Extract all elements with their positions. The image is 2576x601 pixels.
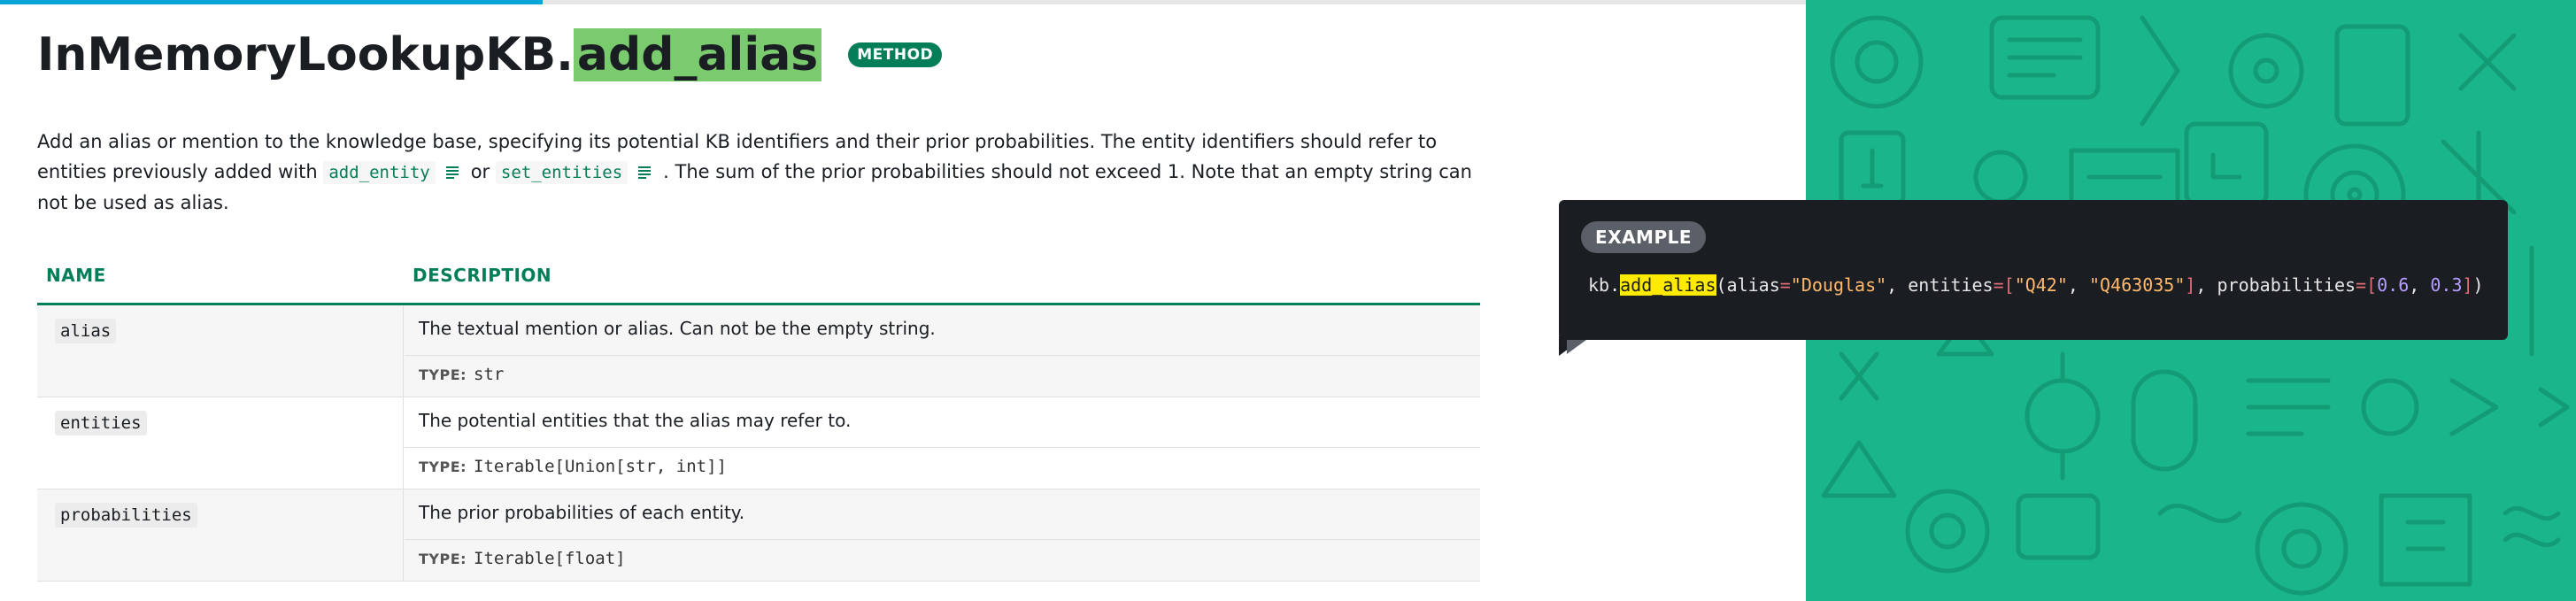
code-bracket: [	[2003, 274, 2015, 296]
type-label: TYPE:	[419, 366, 467, 383]
type-label: TYPE:	[419, 551, 467, 567]
code-equals: =	[1779, 274, 1791, 296]
example-card: EXAMPLE kb.add_alias(alias="Douglas", en…	[1559, 200, 2508, 340]
code-bracket: ]	[2185, 274, 2196, 296]
description-text-2: or	[470, 161, 490, 182]
code-method: add_alias	[1620, 274, 1716, 296]
table-row: alias The textual mention or alias. Can …	[37, 305, 1480, 397]
argument-type: str	[474, 365, 505, 384]
code-text: ,	[2067, 274, 2089, 296]
description-cell: The textual mention or alias. Can not be…	[405, 305, 1480, 397]
name-cell: probabilities	[37, 489, 404, 581]
argument-description: The potential entities that the alias ma…	[419, 410, 852, 431]
code-text: ,	[2409, 274, 2431, 296]
code-open: (alias	[1716, 274, 1780, 296]
code-bracket: ]	[2462, 274, 2473, 296]
table-row: probabilities The prior probabilities of…	[37, 489, 1480, 582]
code-text: , entities	[1886, 274, 1994, 296]
type-line: TYPE: Iterable[float]	[405, 539, 1480, 581]
method-tag: METHOD	[848, 42, 943, 67]
title-method-name: add_alias	[573, 28, 822, 81]
set-entities-link[interactable]: set_entities	[495, 161, 629, 184]
code-number: 0.6	[2377, 274, 2410, 296]
example-card-tail-fold	[1567, 340, 1586, 354]
method-description: Add an alias or mention to the knowledge…	[37, 127, 1480, 218]
description-cell: The potential entities that the alias ma…	[405, 397, 1480, 489]
argument-name: entities	[55, 411, 147, 435]
reading-progress-bar	[0, 0, 1809, 4]
description-cell: The prior probabilities of each entity. …	[405, 489, 1480, 581]
code-string: "Douglas"	[1790, 274, 1887, 296]
reading-progress-fill	[0, 0, 543, 4]
page-title: InMemoryLookupKB. add_alias METHOD	[37, 27, 943, 83]
argument-description: The textual mention or alias. Can not be…	[419, 318, 936, 339]
type-line: TYPE: str	[405, 355, 1480, 397]
example-code[interactable]: kb.add_alias(alias="Douglas", entities=[…	[1588, 274, 2484, 296]
argument-type: Iterable[Union[str, int]]	[474, 457, 727, 476]
example-label: EXAMPLE	[1581, 221, 1707, 253]
code-number: 0.3	[2430, 274, 2463, 296]
code-close: )	[2472, 274, 2484, 296]
code-text: , probabilities	[2195, 274, 2356, 296]
doc-lines-icon[interactable]	[638, 166, 652, 180]
code-object: kb.	[1588, 274, 1621, 296]
header-description: DESCRIPTION	[413, 265, 552, 286]
argument-type: Iterable[float]	[474, 549, 626, 568]
code-equals: =	[2356, 274, 2367, 296]
name-cell: entities	[37, 397, 404, 489]
type-label: TYPE:	[419, 458, 467, 475]
argument-name: alias	[55, 319, 117, 343]
type-line: TYPE: Iterable[Union[str, int]]	[405, 447, 1480, 489]
table-row: entities The potential entities that the…	[37, 397, 1480, 489]
arguments-table: NAME DESCRIPTION alias The textual menti…	[37, 252, 1480, 582]
code-equals: =	[1993, 274, 2004, 296]
add-entity-link[interactable]: add_entity	[323, 161, 436, 184]
title-class-name: InMemoryLookupKB.	[37, 28, 574, 81]
argument-name: probabilities	[55, 503, 197, 528]
header-name: NAME	[46, 265, 106, 286]
code-string: "Q463035"	[2089, 274, 2186, 296]
argument-description: The prior probabilities of each entity.	[419, 502, 745, 523]
code-bracket: [	[2366, 274, 2378, 296]
name-cell: alias	[37, 305, 404, 397]
table-header: NAME DESCRIPTION	[37, 252, 1480, 305]
code-string: "Q42"	[2014, 274, 2068, 296]
doc-lines-icon[interactable]	[445, 166, 459, 180]
